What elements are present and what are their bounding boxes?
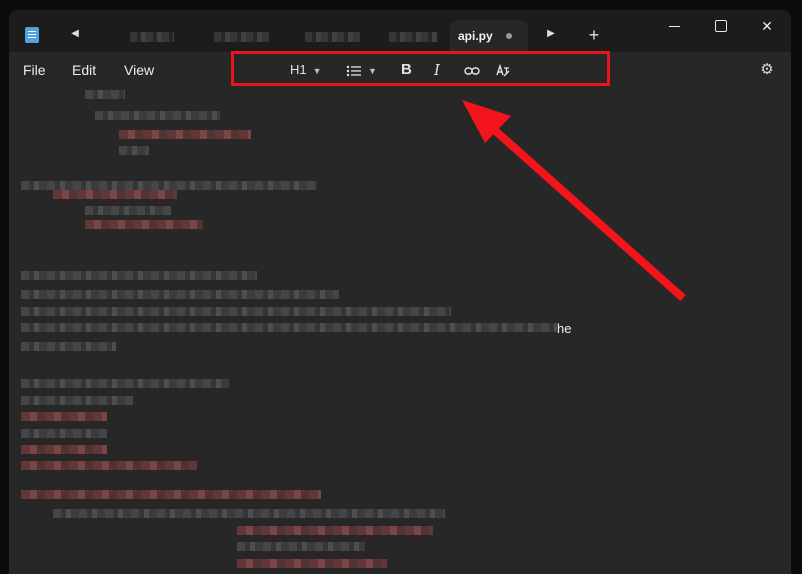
maximize-button[interactable] [707,16,735,36]
tab-obscured[interactable] [305,32,360,42]
menu-edit[interactable]: Edit [72,62,96,78]
notepad-app-icon [25,27,39,43]
obscured-text-line [21,342,116,351]
obscured-text-line [119,130,251,139]
settings-gear-icon[interactable]: ⚙ [757,60,777,80]
obscured-text-line [21,181,317,190]
obscured-text-line [21,307,451,316]
obscured-text-line [119,146,149,155]
visible-text-fragment: he [557,321,572,336]
obscured-text-line [85,220,203,229]
tab-label: api.py [458,29,493,43]
tab-obscured[interactable] [130,32,174,42]
obscured-text-line [237,542,365,551]
obscured-text-line [21,271,257,280]
menu-view[interactable]: View [124,62,154,78]
obscured-text-line [21,429,107,438]
minimize-button[interactable] [661,16,689,36]
tab-obscured[interactable] [214,32,269,42]
editor-text-area[interactable]: he [9,86,791,574]
obscured-text-line [53,509,445,518]
new-tab-button[interactable]: + [583,24,605,46]
obscured-text-line [95,111,220,120]
obscured-text-line [237,559,387,568]
notepad-window: ◀ api.py ▶ + ✕ File Edit View H1 ▼ ▼ B I… [9,10,791,574]
obscured-text-line [21,461,197,470]
close-button[interactable]: ✕ [753,16,781,36]
unsaved-dot-icon[interactable] [506,33,512,39]
obscured-text-line [85,90,125,99]
obscured-text-line [21,290,339,299]
obscured-text-line [21,445,107,454]
obscured-text-line [237,526,433,535]
obscured-text-line [21,379,229,388]
obscured-text-line [21,490,321,499]
obscured-text-line [53,190,177,199]
obscured-text-line [21,412,107,421]
toolbar-highlight-box [231,51,610,86]
obscured-text-line [21,396,133,405]
obscured-text-line [85,206,171,215]
menu-file[interactable]: File [23,62,46,78]
tab-api-py[interactable]: api.py [450,20,528,52]
tab-obscured[interactable] [389,32,437,42]
scroll-tabs-left-icon[interactable]: ◀ [63,22,87,46]
title-bar: ◀ api.py ▶ + ✕ [9,10,791,52]
obscured-text-line [21,323,557,332]
scroll-tabs-right-icon[interactable]: ▶ [539,22,563,46]
